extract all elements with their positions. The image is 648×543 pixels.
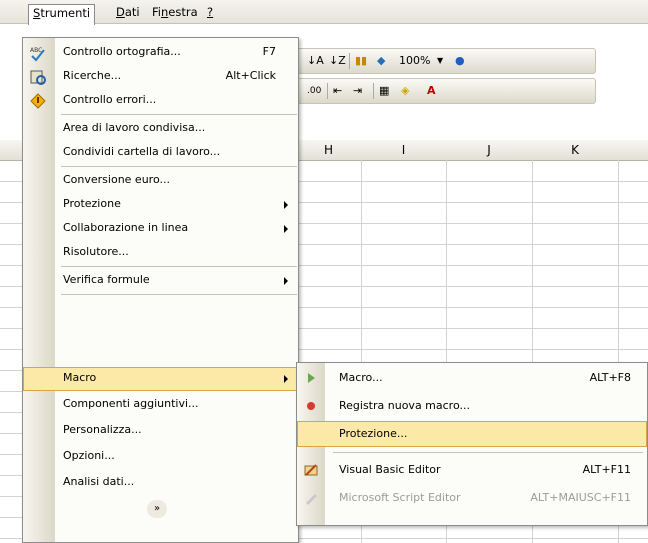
column-header-l[interactable] xyxy=(618,140,648,161)
script-editor-icon xyxy=(303,490,319,506)
submenu-item-protection[interactable]: Protezione... xyxy=(297,421,647,447)
play-icon xyxy=(303,370,319,386)
chart-wizard-icon[interactable]: ▮▮ xyxy=(355,52,367,70)
submenu-arrow-icon xyxy=(284,201,288,209)
submenu-arrow-icon xyxy=(284,225,288,233)
menu-item-add-ins[interactable]: Componenti aggiuntivi... xyxy=(23,393,298,417)
menu-help[interactable]: ? xyxy=(203,4,217,21)
sort-descending-icon[interactable]: ↓Z xyxy=(329,52,346,70)
research-icon xyxy=(29,68,47,86)
submenu-item-macros[interactable]: Macro... ALT+F8 xyxy=(297,365,647,391)
submenu-arrow-icon xyxy=(284,375,288,383)
decrease-indent-icon[interactable]: ⇤ xyxy=(333,82,342,100)
record-icon xyxy=(303,398,319,414)
menu-item-error-check[interactable]: Controllo errori... xyxy=(23,89,298,113)
menu-finestra[interactable]: Finestra xyxy=(148,4,202,21)
menu-item-spelling[interactable]: ABC Controllo ortografia... F7 xyxy=(23,41,298,65)
menu-item-customize[interactable]: Personalizza... xyxy=(23,419,298,443)
menu-dati[interactable]: Dati xyxy=(112,4,144,21)
menu-item-solver[interactable]: Risolutore... xyxy=(23,241,298,265)
column-header-i[interactable]: I xyxy=(361,140,447,161)
spellcheck-icon: ABC xyxy=(29,44,47,62)
menu-item-online-collaboration[interactable]: Collaborazione in linea xyxy=(23,217,298,241)
menu-item-macro[interactable]: Macro xyxy=(23,367,298,391)
menu-bar: Strumenti Dati Finestra ? xyxy=(0,0,648,25)
formatting-toolbar: .00 ⇤ ⇥ ▦ ◈ A xyxy=(296,78,596,104)
submenu-item-vb-editor[interactable]: Visual Basic Editor ALT+F11 xyxy=(297,457,647,483)
menu-strumenti[interactable]: Strumenti xyxy=(28,4,96,25)
drawing-icon[interactable]: ◆ xyxy=(377,52,385,70)
submenu-arrow-icon xyxy=(284,277,288,285)
chevron-double-down-icon[interactable]: » xyxy=(147,500,167,518)
zoom-dropdown-icon[interactable]: ▼ xyxy=(437,52,443,70)
menu-item-formula-auditing[interactable]: Verifica formule xyxy=(23,269,298,293)
menu-item-share-workbook[interactable]: Condividi cartella di lavoro... xyxy=(23,141,298,165)
vb-editor-icon xyxy=(303,462,319,478)
submenu-item-script-editor: Microsoft Script Editor ALT+MAIUSC+F11 xyxy=(297,485,647,511)
column-header-h[interactable]: H xyxy=(296,140,362,161)
font-color-icon[interactable]: A xyxy=(427,82,436,100)
submenu-item-record-macro[interactable]: Registra nuova macro... xyxy=(297,393,647,419)
menu-item-data-analysis[interactable]: Analisi dati... xyxy=(23,471,298,495)
borders-icon[interactable]: ▦ xyxy=(379,82,389,100)
column-header-k[interactable]: K xyxy=(532,140,619,161)
fill-color-icon[interactable]: ◈ xyxy=(401,82,409,100)
tools-menu: ABC Controllo ortografia... F7 Ricerche.… xyxy=(22,37,299,543)
menu-item-euro-conversion[interactable]: Conversione euro... xyxy=(23,169,298,193)
sort-ascending-icon[interactable]: ↓A xyxy=(307,52,324,70)
menu-item-options[interactable]: Opzioni... xyxy=(23,445,298,469)
menu-item-protection[interactable]: Protezione xyxy=(23,193,298,217)
menu-item-shared-workspace[interactable]: Area di lavoro condivisa... xyxy=(23,117,298,141)
decrease-decimal-icon[interactable]: .00 xyxy=(307,82,321,100)
standard-toolbar: ↓A ↓Z ▮▮ ◆ 100% ▼ ● xyxy=(296,48,596,74)
column-header-j[interactable]: J xyxy=(446,140,533,161)
help-icon[interactable]: ● xyxy=(455,52,465,70)
error-check-icon xyxy=(29,92,47,110)
macro-submenu: Macro... ALT+F8 Registra nuova macro... … xyxy=(296,362,648,526)
zoom-value[interactable]: 100% xyxy=(399,52,430,70)
menu-item-research[interactable]: Ricerche... Alt+Click xyxy=(23,65,298,89)
increase-indent-icon[interactable]: ⇥ xyxy=(353,82,362,100)
